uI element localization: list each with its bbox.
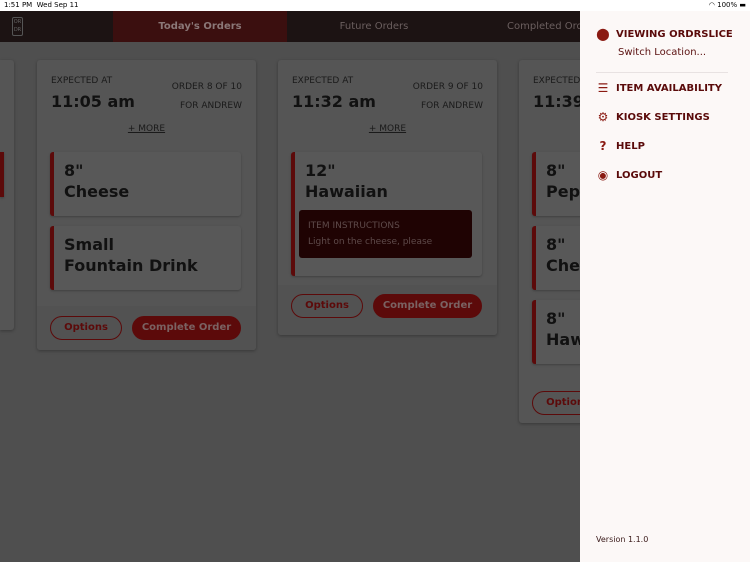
complete-order-button[interactable]: Complete Order: [132, 316, 241, 340]
order-number: ORDER 9 OF 10: [412, 82, 483, 92]
more-link[interactable]: + MORE: [37, 124, 256, 134]
options-button[interactable]: Options: [291, 294, 363, 318]
menu-item-help[interactable]: ? HELP: [596, 139, 645, 153]
expected-time: 11:32 am: [292, 92, 376, 111]
viewing-location: ⬤ VIEWING ORDRSLICE: [596, 27, 733, 41]
status-time: 1:51 PM: [4, 1, 33, 9]
map-pin-icon: ⬤: [596, 27, 610, 41]
expected-label: EXPECTED AT: [51, 76, 113, 86]
switch-location-link[interactable]: Switch Location...: [618, 47, 706, 58]
order-item: Small Fountain Drink: [50, 226, 241, 290]
expected-label: EXPECTED AT: [292, 76, 354, 86]
status-bar: 1:51 PM Wed Sep 11 ◠ 100% ▬: [0, 0, 750, 11]
options-button[interactable]: Options: [50, 316, 122, 340]
order-customer: FOR ANDREW: [420, 101, 483, 111]
question-icon: ?: [599, 139, 607, 153]
gear-icon: ⚙: [597, 110, 609, 124]
order-item: 8" Cheese: [50, 152, 241, 216]
tab-future-orders[interactable]: Future Orders: [287, 11, 461, 42]
divider: [596, 72, 728, 73]
version-label: Version 1.1.0: [596, 535, 649, 544]
tab-completed-orders[interactable]: Completed Orders: [461, 11, 598, 42]
order-card: EXPECTED AT 11:05 am ORDER 8 OF 10 FOR AN…: [37, 60, 256, 350]
item-instructions: ITEM INSTRUCTIONS Light on the cheese, pl…: [299, 210, 472, 258]
wifi-icon: ◠: [708, 1, 715, 9]
expected-time: 11:05 am: [51, 92, 135, 111]
complete-order-button[interactable]: Complete Order: [373, 294, 482, 318]
side-drawer: ⬤ VIEWING ORDRSLICE Switch Location... ☰ I…: [580, 11, 750, 562]
battery-level: 100%: [717, 1, 738, 9]
order-card-partial: [0, 60, 14, 330]
menu-item-logout[interactable]: ◉ LOGOUT: [596, 168, 662, 182]
menu-item-kiosk-settings[interactable]: ⚙ KIOSK SETTINGS: [596, 110, 710, 124]
status-date: Wed Sep 11: [36, 1, 79, 9]
order-item: 12" Hawaiian ITEM INSTRUCTIONS Light on th…: [291, 152, 482, 276]
more-link[interactable]: + MORE: [278, 124, 497, 134]
order-number: ORDER 8 OF 10: [171, 82, 242, 92]
tab-todays-orders[interactable]: Today's Orders: [113, 11, 287, 42]
order-customer: FOR ANDREW: [179, 101, 242, 111]
list-icon: ☰: [597, 81, 609, 95]
order-item: [0, 152, 4, 197]
order-card: EXPECTED AT 11:32 am ORDER 9 OF 10 FOR AN…: [278, 60, 497, 335]
header: OR DR Today's Orders Future Orders Comple…: [0, 11, 598, 42]
user-circle-icon: ◉: [597, 168, 609, 182]
logo-icon: OR DR: [12, 17, 23, 36]
menu-item-availability[interactable]: ☰ ITEM AVAILABILITY: [596, 81, 722, 95]
battery-icon: ▬: [739, 1, 746, 9]
